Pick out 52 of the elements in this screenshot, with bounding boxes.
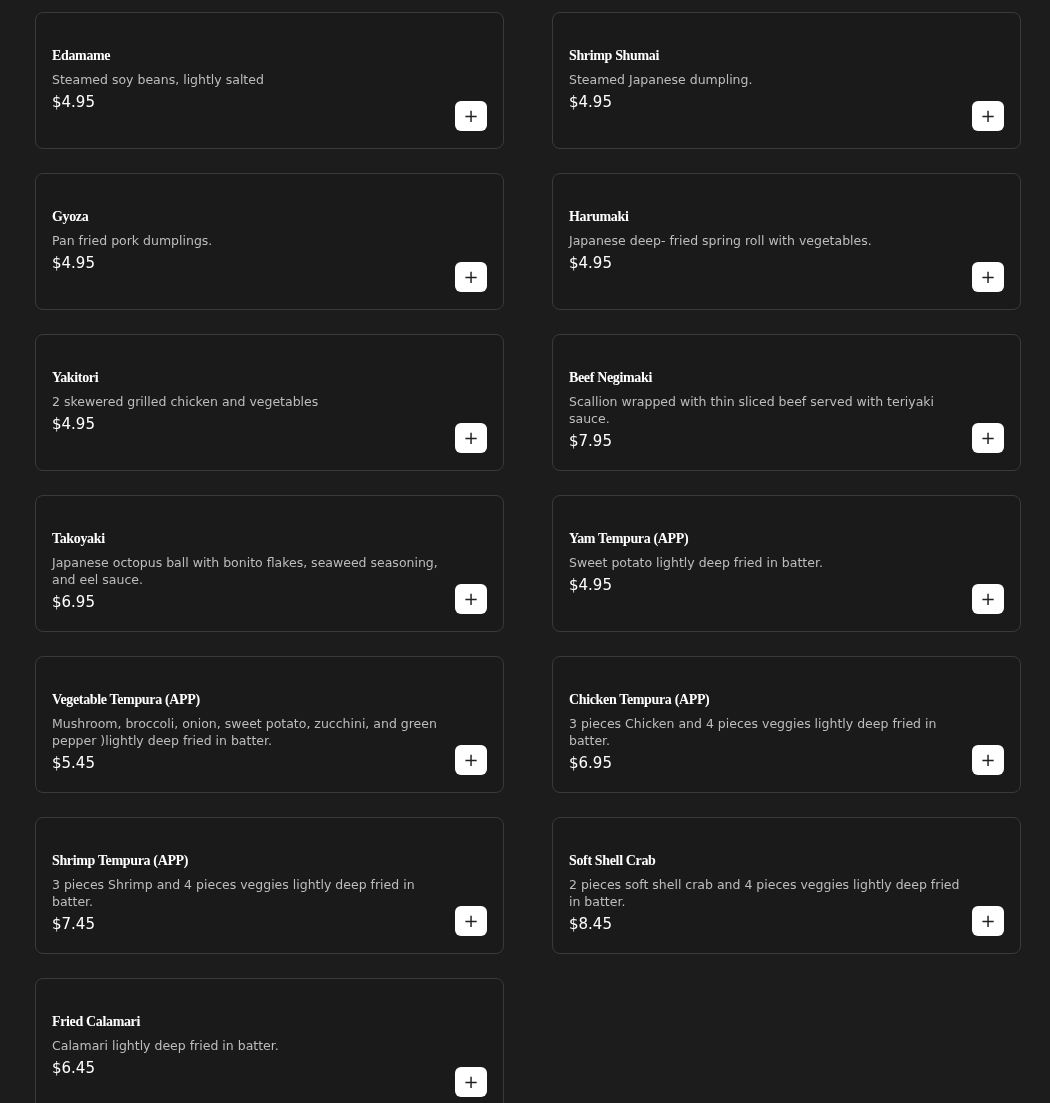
add-button[interactable]: + <box>972 906 1004 936</box>
item-description: Steamed Japanese dumpling. <box>569 71 754 88</box>
item-name: Shrimp Shumai <box>569 47 660 65</box>
add-button[interactable]: + <box>455 1067 487 1097</box>
item-description: Calamari lightly deep fried in batter. <box>52 1037 280 1054</box>
item-price: $4.95 <box>569 253 613 273</box>
item-name: Fried Calamari <box>52 1013 142 1031</box>
item-price: $7.95 <box>569 431 613 451</box>
item-name: Edamame <box>52 47 112 65</box>
add-button[interactable]: + <box>972 584 1004 614</box>
item-price: $4.95 <box>569 92 613 112</box>
add-button[interactable]: + <box>455 745 487 775</box>
item-name: Vegetable Tempura (APP) <box>52 691 201 709</box>
add-button[interactable]: + <box>455 906 487 936</box>
item-description: Japanese octopus ball with bonito flakes, seaweed seasoning, and eel sauce. <box>52 554 439 588</box>
item-price: $8.45 <box>569 914 613 934</box>
item-description: Mushroom, broccoli, onion, sweet potato, zucchini, and green pepper )lightly deep fried in batter. <box>52 715 438 749</box>
item-price: $7.45 <box>52 914 96 934</box>
item-name: Gyoza <box>52 208 90 226</box>
item-name: Takoyaki <box>52 530 106 548</box>
add-button[interactable]: + <box>972 262 1004 292</box>
item-name: Shrimp Tempura (APP) <box>52 852 190 870</box>
item-name: Yam Tempura (APP) <box>569 530 690 548</box>
add-button[interactable]: + <box>972 745 1004 775</box>
item-price: $5.45 <box>52 753 96 773</box>
item-price: $4.95 <box>52 92 96 112</box>
item-name: Soft Shell Crab <box>569 852 657 870</box>
item-name: Chicken Tempura (APP) <box>569 691 711 709</box>
add-button[interactable]: + <box>455 584 487 614</box>
item-description: Japanese deep- fried spring roll with vegetables. <box>569 232 873 249</box>
add-button[interactable]: + <box>972 101 1004 131</box>
add-button[interactable]: + <box>455 423 487 453</box>
item-name: Harumaki <box>569 208 630 226</box>
item-description: 2 skewered grilled chicken and vegetables <box>52 393 320 410</box>
item-description: Pan fried pork dumplings. <box>52 232 214 249</box>
add-button[interactable]: + <box>455 101 487 131</box>
item-name: Yakitori <box>52 369 100 387</box>
item-price: $4.95 <box>52 414 96 434</box>
item-description: 2 pieces soft shell crab and 4 pieces veggies lightly deep fried in batter. <box>569 876 961 910</box>
item-description: 3 pieces Chicken and 4 pieces veggies lightly deep fried in batter. <box>569 715 938 749</box>
add-button[interactable]: + <box>972 423 1004 453</box>
item-price: $4.95 <box>52 253 96 273</box>
item-price: $6.95 <box>52 592 96 612</box>
item-price: $6.45 <box>52 1058 96 1078</box>
item-price: $6.95 <box>569 753 613 773</box>
item-description: Steamed soy beans, lightly salted <box>52 71 265 88</box>
item-description: 3 pieces Shrimp and 4 pieces veggies lightly deep fried in batter. <box>52 876 416 910</box>
item-description: Scallion wrapped with thin sliced beef served with teriyaki sauce. <box>569 393 936 427</box>
item-name: Beef Negimaki <box>569 369 653 387</box>
item-description: Sweet potato lightly deep fried in batter. <box>569 554 824 571</box>
add-button[interactable]: + <box>455 262 487 292</box>
item-price: $4.95 <box>569 575 613 595</box>
